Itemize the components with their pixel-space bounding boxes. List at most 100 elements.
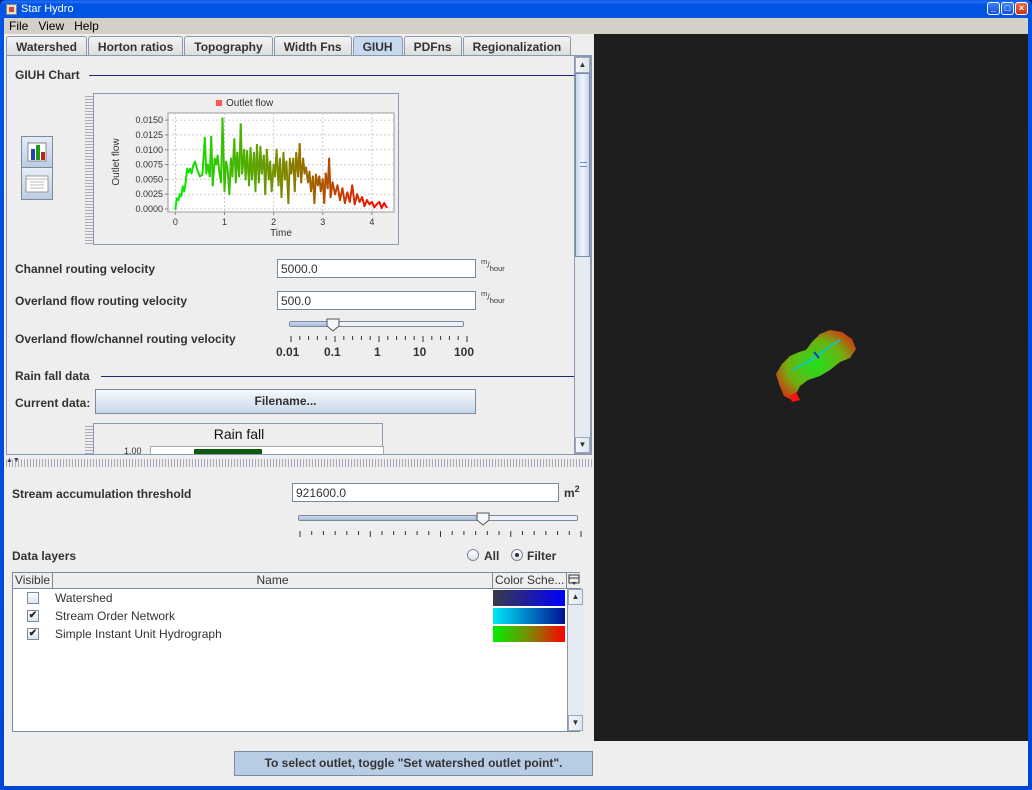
column-header-name[interactable]: Name — [53, 573, 493, 589]
stream-threshold-ticks — [299, 531, 582, 537]
rainfall-bar — [194, 449, 262, 454]
y-tick-label: 0.0025 — [135, 189, 163, 199]
scroll-down-button[interactable]: ▼ — [575, 437, 590, 453]
x-tick-label: 1 — [222, 217, 227, 227]
velocity-ratio-slider[interactable] — [289, 321, 464, 327]
channel-velocity-unit: m/hour — [481, 257, 505, 273]
client-area: File View Help Watershed Horton ratios T… — [4, 18, 1028, 786]
tick-label: 100 — [454, 345, 475, 359]
y-tick-label: 0.0100 — [135, 145, 163, 155]
current-data-label: Current data: — [15, 396, 91, 410]
table-view-button[interactable] — [22, 169, 52, 199]
tab-width-fns[interactable]: Width Fns — [273, 36, 352, 56]
layer-name: Watershed — [55, 591, 113, 605]
visible-checkbox[interactable]: ✔ — [27, 628, 39, 640]
table-row[interactable]: ✔ Simple Instant Unit Hydrograph — [13, 626, 565, 644]
section-rule — [89, 75, 574, 76]
filename-button[interactable]: Filename... — [95, 389, 476, 414]
rainfall-section-title: Rain fall data — [15, 369, 90, 383]
color-scheme-swatch[interactable] — [493, 590, 565, 606]
visible-checkbox[interactable] — [27, 592, 39, 604]
y-tick-label: 0.0075 — [135, 160, 163, 170]
tick-label: 10 — [413, 345, 427, 359]
menu-help[interactable]: Help — [69, 19, 104, 33]
tab-giuh[interactable]: GIUH — [352, 36, 403, 56]
chart-view-button[interactable] — [22, 137, 52, 168]
radio-all-label[interactable]: All — [484, 549, 499, 563]
column-control-button[interactable] — [567, 573, 581, 589]
maximize-button[interactable]: □ — [1001, 2, 1014, 15]
scroll-up-button[interactable]: ▲ — [568, 589, 583, 605]
column-header-visible[interactable]: Visible — [13, 573, 53, 589]
giuh-panel-scrollbar[interactable]: ▲ ▼ — [574, 56, 591, 454]
radio-filter[interactable] — [511, 549, 523, 561]
column-header-color-scheme[interactable]: Color Sche... — [493, 573, 567, 589]
menu-view[interactable]: View — [33, 19, 69, 33]
giuh-tab-panel: GIUH Chart Outlet flow 0 1 2 3 4 0.0000 … — [6, 55, 592, 455]
color-scheme-swatch[interactable] — [493, 608, 565, 624]
scroll-thumb[interactable] — [575, 73, 590, 257]
table-row[interactable]: Watershed — [13, 590, 565, 608]
rainfall-chart-splitter[interactable] — [85, 424, 93, 454]
menu-bar: File View Help — [4, 18, 1028, 34]
app-window: Star Hydro _ □ × File View Help Watershe… — [0, 0, 1032, 790]
chart-splitter[interactable] — [85, 94, 93, 244]
tick-label: 1 — [374, 345, 381, 359]
overland-velocity-input[interactable]: 500.0 — [277, 291, 476, 310]
layer-name: Stream Order Network — [55, 609, 176, 623]
table-scrollbar[interactable]: ▲ ▼ — [567, 589, 584, 731]
x-axis-label: Time — [270, 228, 292, 239]
velocity-ratio-slider-thumb[interactable] — [326, 318, 340, 332]
chart-toolbar — [21, 136, 53, 200]
tick-label: 0.1 — [324, 345, 341, 359]
channel-velocity-input[interactable]: 5000.0 — [277, 259, 476, 278]
scroll-up-button[interactable]: ▲ — [575, 57, 590, 73]
status-bar: To select outlet, toggle "Set watershed … — [4, 741, 594, 786]
visible-checkbox[interactable]: ✔ — [27, 610, 39, 622]
divider-arrows-icon[interactable]: ▲▼ — [6, 457, 20, 464]
data-layers-label: Data layers — [12, 549, 77, 563]
giuh-chart-title: GIUH Chart — [15, 68, 80, 82]
table-row[interactable]: ✔ Stream Order Network — [13, 608, 565, 626]
y-tick-label: 0.0000 — [135, 204, 163, 214]
radio-all[interactable] — [467, 549, 479, 561]
giuh-chart-svg: Outlet flow 0 1 2 3 4 0.0000 0.0025 0.0050 0.007… — [111, 98, 395, 239]
overland-velocity-unit: m/hour — [481, 289, 505, 305]
column-chooser-icon — [568, 574, 580, 585]
velocity-ratio-label: Overland flow/channel routing velocity — [15, 332, 236, 346]
tab-horton-ratios[interactable]: Horton ratios — [87, 36, 184, 56]
watershed-render — [776, 330, 856, 402]
rainfall-chart: Rain fall 1.00 — [93, 423, 384, 454]
color-scheme-swatch[interactable] — [493, 626, 565, 642]
radio-filter-label[interactable]: Filter — [527, 549, 556, 563]
close-button[interactable]: × — [1015, 2, 1028, 15]
stream-threshold-input[interactable]: 921600.0 — [292, 483, 559, 502]
channel-velocity-label: Channel routing velocity — [15, 262, 156, 276]
tab-topography[interactable]: Topography — [184, 36, 273, 56]
3d-watershed-view[interactable] — [594, 34, 1028, 741]
bar-chart-icon — [27, 142, 47, 162]
stream-threshold-unit: m2 — [564, 484, 580, 500]
minimize-button[interactable]: _ — [987, 2, 1000, 15]
left-panel: Watershed Horton ratios Topography Width… — [4, 34, 594, 741]
unit-den: hour — [489, 295, 505, 305]
stream-threshold-slider-thumb[interactable] — [476, 512, 490, 526]
split-pane-divider[interactable]: ▲▼ — [4, 457, 594, 467]
unit-base: m — [564, 486, 575, 500]
unit-den: hour — [489, 263, 505, 273]
tab-regionalization[interactable]: Regionalization — [462, 36, 572, 56]
tab-watershed[interactable]: Watershed — [6, 36, 87, 56]
y-tick-label: 0.0150 — [135, 115, 163, 125]
rainfall-chart-title: Rain fall — [213, 426, 265, 442]
stream-threshold-slider[interactable] — [298, 515, 578, 521]
y-axis-label: Outlet flow — [111, 138, 122, 186]
tab-pdfns[interactable]: PDFns — [403, 36, 462, 56]
scroll-down-button[interactable]: ▼ — [568, 715, 583, 731]
velocity-ratio-ticks — [290, 336, 468, 342]
x-tick-label: 4 — [369, 217, 374, 227]
legend-label: Outlet flow — [226, 98, 274, 109]
legend-swatch — [216, 100, 222, 106]
window-title: Star Hydro — [21, 3, 74, 15]
stream-threshold-label: Stream accumulation threshold — [12, 487, 192, 501]
menu-file[interactable]: File — [4, 19, 33, 33]
